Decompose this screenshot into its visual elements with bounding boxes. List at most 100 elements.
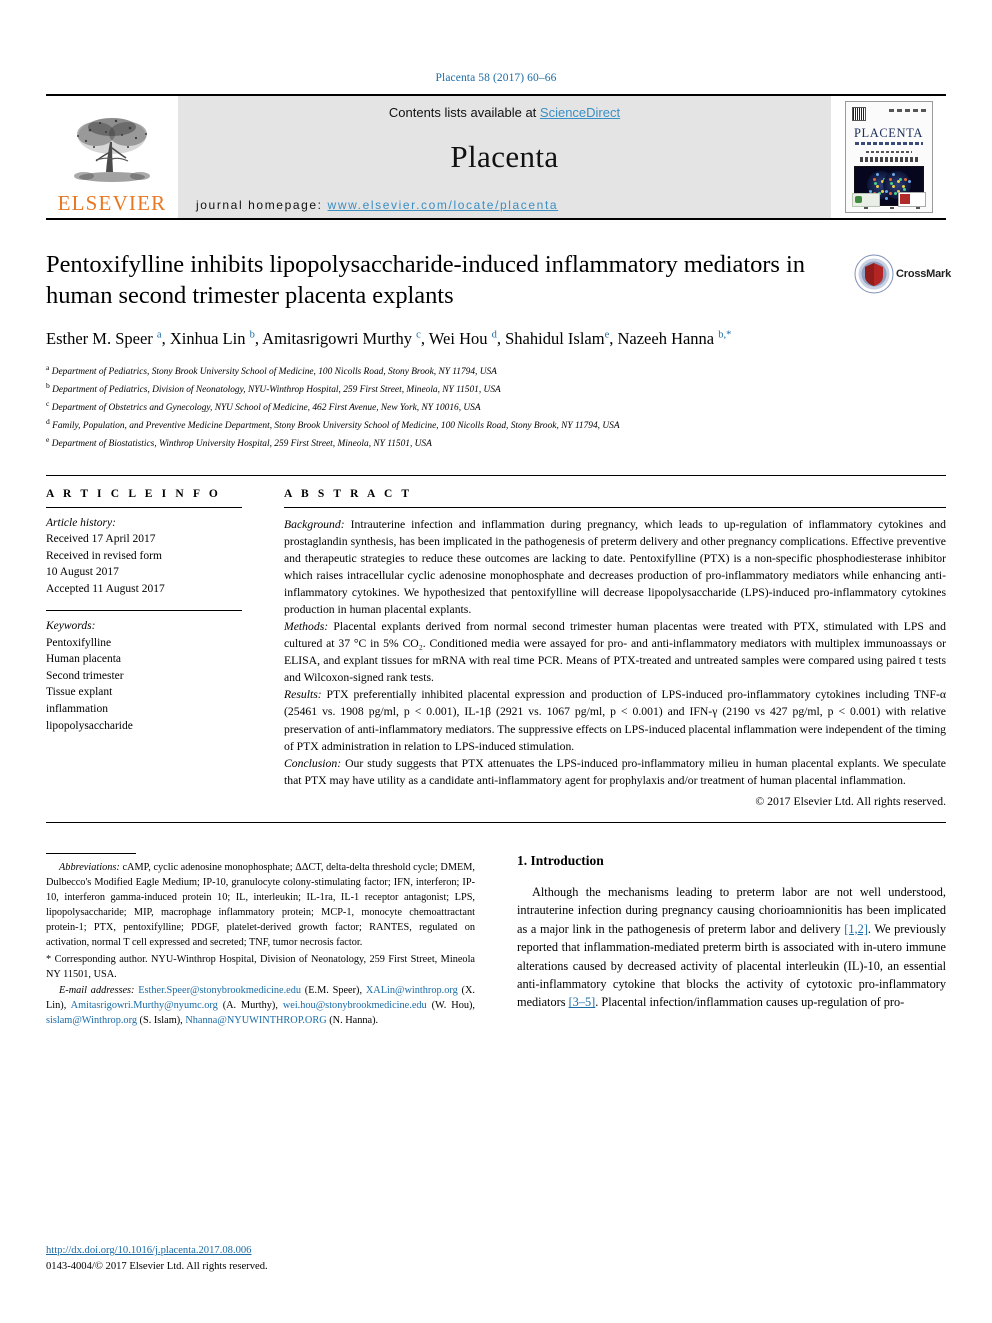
email-person: (E.M. Speer), [301,984,366,996]
email-person: (N. Hanna). [326,1015,379,1027]
cover-cell-dot [891,185,895,188]
affiliation-item: a Department of Pediatrics, Stony Brook … [46,362,497,377]
introduction-column: 1. Introduction Although the mechanisms … [517,853,946,1029]
reference-link-1[interactable]: [1,2] [844,922,868,936]
cover-cell-dot [891,173,895,177]
abstract-section: Background: Intrauterine infection and i… [284,516,946,618]
abbreviations-label: Abbreviations: [59,861,120,873]
email-link[interactable]: Nhanna@NYUWINTHROP.ORG [185,1015,326,1026]
crossmark-badge[interactable]: CrossMark [854,252,951,296]
abstract-section-label: Background: [284,517,345,531]
affiliation-marker: d [46,416,50,426]
doi-link[interactable]: http://dx.doi.org/10.1016/j.placenta.201… [46,1245,251,1256]
journal-homepage-link[interactable]: www.elsevier.com/locate/placenta [328,198,559,212]
email-addresses-paragraph: E-mail addresses: Esther.Speer@stonybroo… [46,983,475,1028]
footnote-rule [46,852,136,854]
cover-top-rule [888,109,927,112]
cover-cell-dot [908,180,912,184]
abstract-section: Methods: Placental explants derived from… [284,618,946,686]
doi-footer: http://dx.doi.org/10.1016/j.placenta.201… [46,1243,268,1275]
email-link[interactable]: Esther.Speer@stonybrookmedicine.edu [138,985,301,996]
keyword-item: Tissue explant [46,686,113,699]
keyword-item: inflammation [46,703,108,716]
abstract-section-label: Results: [284,688,322,702]
intro-text-3: . Placental infection/inflammation cause… [595,995,905,1010]
email-link[interactable]: wei.hou@stonybrookmedicine.edu [283,1000,427,1011]
journal-masthead: ELSEVIER Contents lists available at Sci… [46,94,946,220]
abstract-body: Background: Intrauterine infection and i… [284,508,946,789]
abstract-bottom-rule [46,821,946,823]
abstract-section: Results: PTX preferentially inhibited pl… [284,686,946,754]
journal-title: Placenta [450,139,559,174]
article-history-item: 10 August 2017 [46,566,119,579]
info-abstract-section: A R T I C L E I N F O Article history: R… [46,474,946,808]
abbreviations-paragraph: Abbreviations: cAMP, cyclic adenosine mo… [46,860,475,951]
cover-cell-dot [889,182,893,186]
affiliation-marker: b [46,380,50,390]
cover-cell-dot [875,173,879,177]
email-link[interactable]: XALin@winthrop.org [366,985,458,996]
reference-link-2[interactable]: [3–5] [569,995,596,1009]
cover-title: PLACENTA [853,126,924,140]
contents-prefix: Contents lists available at [388,105,540,120]
cover-cell-dot [899,178,903,182]
journal-cover-block: PLACENTA [831,96,946,218]
article-history-item: Received 17 April 2017 [46,533,156,546]
article-history-label: Article history: [46,516,116,529]
affiliation-marker: e [46,434,50,444]
keyword-item: Pentoxifylline [46,636,112,649]
contents-lists-line: Contents lists available at ScienceDirec… [389,105,620,120]
keywords-label: Keywords: [46,620,96,633]
crossmark-label: CrossMark [896,268,952,280]
article-history-lines: Received 17 April 2017 Received in revise… [46,531,242,597]
abstract-section-label: Methods: [284,620,329,634]
introduction-paragraph: Although the mechanisms leading to prete… [517,883,946,1012]
keywords-block: Keywords: Pentoxifylline Human placenta Se… [46,611,242,734]
introduction-heading: 1. Introduction [517,852,604,868]
email-link[interactable]: Amitasrigowri.Murthy@nyumc.org [71,1000,218,1011]
cover-logo-right [897,192,926,207]
affiliation-item: c Department of Obstetrics and Gynecolog… [46,398,481,413]
abstract-section-text: Our study suggests that PTX attenuates t… [284,756,946,787]
abstract-section-label: Conclusion: [284,756,342,770]
email-person: (S. Islam), [136,1015,186,1027]
email-link[interactable]: sislam@Winthrop.org [46,1015,137,1026]
article-info-column: A R T I C L E I N F O Article history: R… [46,488,242,808]
homepage-prefix: journal homepage: [196,198,328,212]
email-person: (W. Hou), [426,999,475,1011]
cover-logo-left [851,193,880,207]
cover-qr-icon [851,107,866,121]
bottom-columns: Abbreviations: cAMP, cyclic adenosine mo… [46,852,946,1029]
cover-subtitle-rule [854,142,923,145]
cover-subtitle-rule-3 [859,157,918,162]
cover-cell-dot [873,177,877,181]
title-block: Pentoxifylline inhibits lipopolysacchari… [46,250,951,452]
article-history-block: Article history: Received 17 April 2017 R… [46,508,242,598]
author-list: Esther M. Speer a, Xinhua Lin b, Amitasr… [46,328,732,348]
issn-line: 0143-4004/© 2017 Elsevier Ltd. All right… [46,1261,268,1273]
abbreviations-text: cAMP, cyclic adenosine monophosphate; ΔΔ… [46,861,475,949]
cover-cell-dot [875,185,879,188]
article-info-heading: A R T I C L E I N F O [46,487,221,500]
cover-cell-dot [885,196,889,200]
affiliation-item: b Department of Pediatrics, Division of … [46,380,501,395]
footnote-block: Abbreviations: cAMP, cyclic adenosine mo… [46,860,475,1028]
paper-page: Placenta 58 (2017) 60–66 ELSEVIER Conten… [0,0,992,1323]
abstract-heading: A B S T R A C T [284,487,413,500]
page-title: Pentoxifylline inhibits lipopolysacchari… [46,251,805,309]
journal-banner: Contents lists available at ScienceDirec… [178,96,831,218]
cover-subtitle-rule-2 [865,151,912,153]
email-person: (A. Murthy), [217,999,283,1011]
crossmark-icon [854,254,894,294]
cover-cell-dot [903,187,907,191]
affiliation-marker: a [46,362,50,372]
abstract-section-text: Placental explants derived from normal s… [284,620,946,685]
cover-cell-dot [880,190,884,193]
keyword-item: Human placenta [46,653,122,666]
email-addresses-label: E-mail addresses: [59,984,139,996]
affiliation-item: d Family, Population, and Preventive Med… [46,416,620,431]
sciencedirect-link[interactable]: ScienceDirect [540,105,620,120]
corresponding-author-text: Corresponding author. NYU-Winthrop Hospi… [46,953,475,980]
elsevier-logo-block: ELSEVIER [46,96,178,218]
cover-cell-dot [873,182,877,186]
